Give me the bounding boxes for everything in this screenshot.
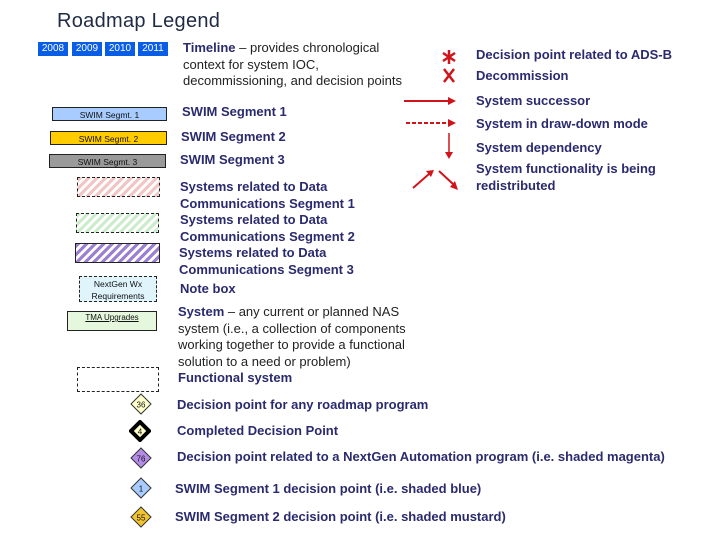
decision-point-number: 76 xyxy=(137,455,146,464)
page-title: Roadmap Legend xyxy=(57,10,221,32)
x-mark-icon xyxy=(443,68,455,83)
year-box: 2008 xyxy=(38,42,68,56)
data-comm-segment-2-label: Systems related to Data Communications S… xyxy=(180,212,355,244)
decision-point-number: 1 xyxy=(139,485,144,494)
swim-segment-3-box: SWIM Segmt. 3 xyxy=(49,154,166,168)
decision-point-number: 4 xyxy=(138,428,143,437)
symbol-label-dependency: System dependency xyxy=(476,140,602,155)
timeline-description: Timeline – provides chronological contex… xyxy=(183,40,403,90)
decision-point-number: 36 xyxy=(137,401,146,410)
asterisk-icon xyxy=(442,50,456,64)
year-box: 2011 xyxy=(138,42,168,56)
symbol-label-adsb: Decision point related to ADS-B xyxy=(476,47,672,62)
system-description: System – any current or planned NAS syst… xyxy=(178,304,428,370)
data-comm-segment-1-label: Systems related to Data Communications S… xyxy=(180,179,355,211)
functional-system-swatch xyxy=(77,367,159,392)
functional-system-label: Functional system xyxy=(178,370,293,385)
note-box-label: Note box xyxy=(180,281,236,296)
decision-point-label: Decision point related to a NextGen Auto… xyxy=(177,449,665,464)
symbol-label-draw-down: System in draw-down mode xyxy=(476,116,648,131)
data-comm-segment-2-swatch xyxy=(76,213,159,233)
solid-arrow-icon xyxy=(404,97,456,105)
swim-segment-2-box: SWIM Segmt. 2 xyxy=(50,131,167,145)
note-box-swatch: NextGen Wx Requirements xyxy=(79,276,157,302)
data-comm-segment-3-label: Systems related to Data Communications S… xyxy=(179,245,354,277)
symbol-icons xyxy=(404,50,458,190)
decision-point-diamond-icon: 55 xyxy=(130,506,152,528)
data-comm-segment-3-swatch xyxy=(75,243,160,263)
year-box: 2009 xyxy=(72,42,102,56)
year-box: 2010 xyxy=(105,42,135,56)
decision-point-label: Completed Decision Point xyxy=(177,423,339,438)
decision-point-diamond-icon: 76 xyxy=(130,447,152,469)
system-label: System xyxy=(178,304,225,319)
swim-segment-2-label: SWIM Segment 2 xyxy=(181,129,286,144)
swim-segment-3-label: SWIM Segment 3 xyxy=(180,152,285,167)
decision-point-label: SWIM Segment 1 decision point (i.e. shad… xyxy=(175,481,482,496)
swim-segment-1-label: SWIM Segment 1 xyxy=(182,104,287,119)
symbol-label-decommission: Decommission xyxy=(476,68,569,83)
decision-point-label: Decision point for any roadmap program xyxy=(177,397,429,412)
symbol-label-successor: System successor xyxy=(476,93,591,108)
split-arrows-icon xyxy=(412,170,458,190)
dashed-arrow-icon xyxy=(406,119,456,127)
down-arrow-icon xyxy=(445,133,453,159)
system-box-swatch: TMA Upgrades xyxy=(67,311,157,331)
data-comm-segment-1-swatch xyxy=(77,177,160,197)
decision-point-label: SWIM Segment 2 decision point (i.e. shad… xyxy=(175,509,506,524)
decision-point-diamond-icon: 36 xyxy=(130,393,152,415)
decision-point-diamond-icon: 4 xyxy=(129,420,151,442)
decision-point-diamond-icon: 1 xyxy=(130,477,152,499)
timeline-label: Timeline xyxy=(183,40,236,55)
symbol-label-redistributed: System functionality is being redistribu… xyxy=(476,161,656,193)
decision-point-number: 55 xyxy=(137,514,146,523)
swim-segment-1-box: SWIM Segmt. 1 xyxy=(52,107,167,121)
